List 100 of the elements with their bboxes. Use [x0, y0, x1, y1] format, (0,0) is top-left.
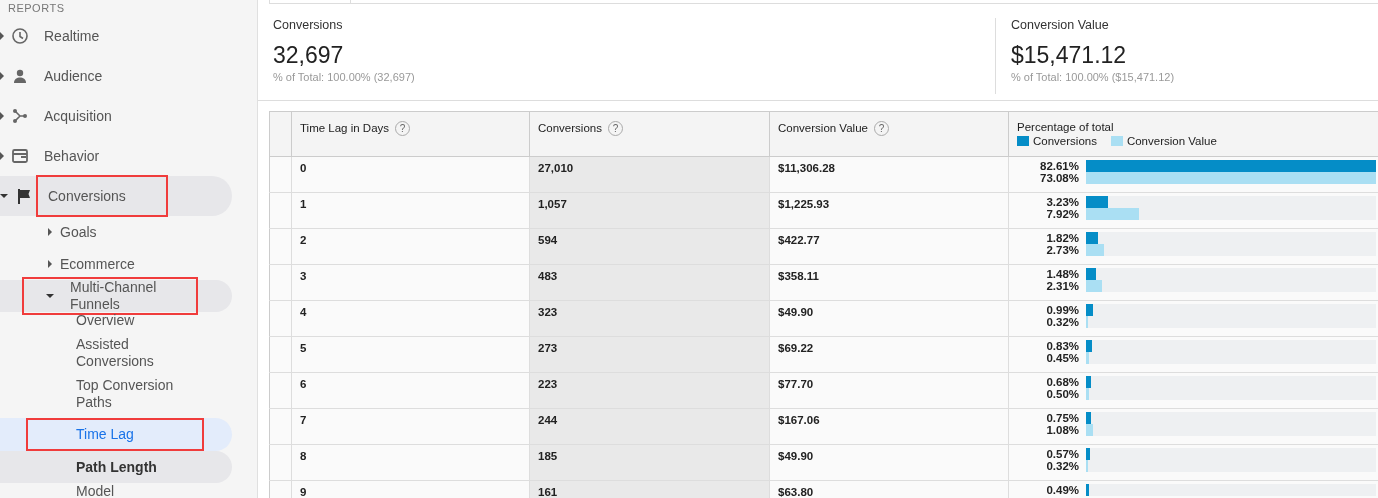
metric-value: 32,697	[273, 42, 345, 69]
table-cell: $358.11	[769, 264, 1009, 301]
table-cell: 244	[529, 408, 770, 445]
nav-label: Assisted Conversions	[76, 336, 155, 370]
table-cell: $422.77	[769, 228, 1009, 265]
table-cell	[269, 372, 292, 409]
percentage-value: 0.57%	[1045, 448, 1079, 460]
table-cell: $49.90	[769, 300, 1009, 337]
nav-label: Audience	[44, 68, 103, 84]
caret-icon[interactable]	[0, 32, 4, 40]
window-icon	[12, 148, 28, 164]
nav-item-active[interactable]: Conversions	[0, 176, 232, 216]
percentage-value: 0.32%	[1045, 316, 1079, 328]
branch-icon	[12, 108, 28, 124]
table-cell: $167.06	[769, 408, 1009, 445]
column-header[interactable]: Time Lag in Days ?	[291, 111, 530, 157]
table-cell	[269, 408, 292, 445]
caret-icon[interactable]	[0, 194, 8, 198]
nav-label: Realtime	[44, 28, 100, 44]
column-title: Conversions	[538, 121, 602, 134]
caret-icon[interactable]	[0, 72, 4, 80]
nav-label: Conversions	[48, 188, 126, 204]
caret-icon[interactable]	[48, 260, 52, 268]
nav-label: Behavior	[44, 148, 100, 164]
table-cell: 4	[291, 300, 530, 337]
percentage-value: 0.68%	[1045, 376, 1079, 388]
percentage-value: 1.08%	[1045, 424, 1079, 436]
table-cell: $69.22	[769, 336, 1009, 373]
percentage-value: 2.31%	[1045, 280, 1079, 292]
nav-label: Ecommerce	[60, 255, 136, 273]
table-cell: 2	[291, 228, 530, 265]
section-heading: REPORTS	[8, 2, 66, 16]
percentage-value: 2.73%	[1045, 244, 1079, 256]
table-cell	[269, 192, 292, 229]
percentage-value: 0.45%	[1045, 352, 1079, 364]
table-cell: 1,057	[529, 192, 770, 229]
percentage-value: 82.61%	[1039, 160, 1079, 172]
percentage-value: 1.82%	[1045, 232, 1079, 244]
nav-label: Overview	[76, 312, 136, 329]
clock-icon	[12, 28, 28, 44]
percentage-value: 1.48%	[1045, 268, 1079, 280]
table-cell	[269, 228, 292, 265]
table-cell: 594	[529, 228, 770, 265]
table-cell: 483	[529, 264, 770, 301]
table-cell: 323	[529, 300, 770, 337]
caret-icon[interactable]	[48, 228, 52, 236]
percentage-value: 7.92%	[1045, 208, 1079, 220]
table-cell	[269, 156, 292, 193]
caret-icon[interactable]	[0, 152, 4, 160]
table-cell	[269, 300, 292, 337]
nav-label: Path Length	[76, 458, 158, 476]
nav-item[interactable]: Realtime	[0, 16, 232, 56]
nav-label: Goals	[60, 223, 98, 241]
table-cell: 27,010	[529, 156, 770, 193]
metric-label: Conversion Value	[1011, 18, 1110, 32]
table-cell	[269, 444, 292, 481]
nav-label: Multi-Channel Funnels	[70, 279, 158, 313]
nav-item-active[interactable]: Multi-Channel Funnels	[0, 280, 232, 312]
nav-item-selected[interactable]: Time Lag	[0, 418, 232, 451]
table-cell: $11,306.28	[769, 156, 1009, 193]
table-cell: 7	[291, 408, 530, 445]
legend-label: Conversion Value	[1126, 135, 1217, 147]
nav-item[interactable]: Assisted Conversions	[0, 336, 232, 370]
percentage-value: 3.23%	[1045, 196, 1079, 208]
table-cell	[269, 264, 292, 301]
nav-item[interactable]: Audience	[0, 56, 232, 96]
nav-item[interactable]: Overview	[0, 312, 232, 329]
nav-item[interactable]: Top Conversion Paths	[0, 377, 232, 411]
table-cell: 8	[291, 444, 530, 481]
column-title: Time Lag in Days	[300, 121, 390, 134]
legend-label: Conversions	[1033, 135, 1097, 147]
caret-icon[interactable]	[0, 112, 4, 120]
table-cell: 185	[529, 444, 770, 481]
nav-label: Time Lag	[76, 426, 135, 443]
column-header[interactable]: Conversion Value ?	[769, 111, 1009, 157]
percentage-value: 0.49%	[1045, 484, 1079, 496]
metric-label: Conversions	[273, 18, 344, 32]
column-title: Conversion Value	[778, 121, 868, 134]
header-cell	[269, 111, 292, 157]
percentage-value: 0.99%	[1045, 304, 1079, 316]
percentage-value: 0.50%	[1045, 388, 1079, 400]
table-cell: 223	[529, 372, 770, 409]
nav-label: Acquisition	[44, 108, 112, 124]
nav-item[interactable]: Acquisition	[0, 96, 232, 136]
column-header[interactable]: Percentage of total Conversions Conversion Value	[1008, 111, 1378, 157]
column-header[interactable]: Conversions ?	[529, 111, 770, 157]
nav-item[interactable]: Behavior	[0, 136, 232, 176]
nav-item-active[interactable]: Path Length	[0, 451, 232, 483]
nav-item[interactable]: Ecommerce	[0, 248, 232, 280]
metric-value: $15,471.12	[1011, 42, 1128, 69]
person-icon	[12, 68, 28, 84]
percentage-value: 73.08%	[1039, 172, 1079, 184]
nav-label: Top Conversion Paths	[76, 377, 175, 411]
table-cell: 273	[529, 336, 770, 373]
nav-item[interactable]: Goals	[0, 216, 232, 248]
table-cell: $77.70	[769, 372, 1009, 409]
nav-label: Model	[76, 483, 116, 498]
caret-icon[interactable]	[46, 294, 54, 298]
flag-icon	[16, 188, 32, 204]
nav-item[interactable]: Model	[0, 483, 232, 498]
